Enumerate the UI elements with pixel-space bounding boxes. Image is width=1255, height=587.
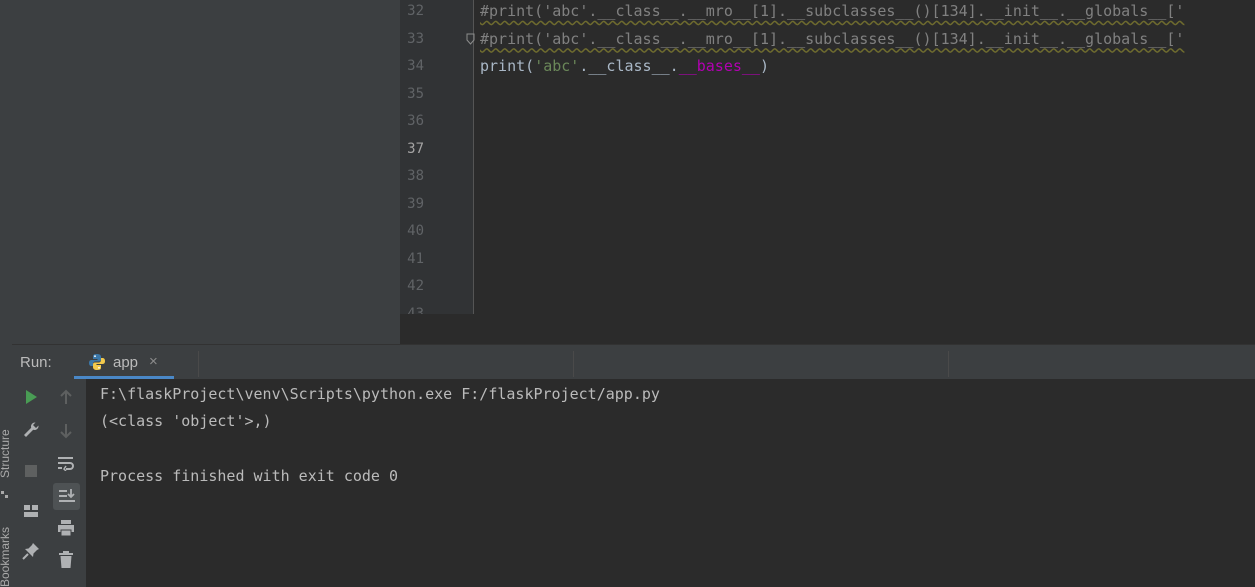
code-text: #print('abc'.__class__.__mro__[1].__subc… xyxy=(480,2,1185,20)
code-text: #print('abc'.__class__.__mro__[1].__subc… xyxy=(480,29,1185,48)
code-editor[interactable]: #print('abc'.__class__.__mro__[1].__subc… xyxy=(474,0,1255,314)
structure-icon xyxy=(1,486,9,498)
line-number: 37 xyxy=(407,140,424,157)
line-number: 41 xyxy=(407,250,424,267)
console-line: F:\flaskProject\venv\Scripts\python.exe … xyxy=(100,385,660,403)
scroll-to-end-icon[interactable] xyxy=(53,483,80,510)
code-line: #print('abc'.__class__.__mro__[1].__subc… xyxy=(480,30,1184,48)
header-divider xyxy=(948,351,949,377)
run-tab-app[interactable]: app × xyxy=(74,345,174,379)
layout-icon[interactable] xyxy=(19,499,43,523)
code-line: #print('abc'.__class__.__mro__[1].__subc… xyxy=(480,2,1184,20)
project-panel xyxy=(12,0,400,344)
structure-label: Structure xyxy=(0,429,12,478)
pin-icon[interactable] xyxy=(19,539,43,563)
code-token: print( xyxy=(480,57,535,75)
line-number: 39 xyxy=(407,195,424,212)
python-icon xyxy=(88,353,106,371)
fold-marker-icon[interactable] xyxy=(466,32,476,45)
code-token: .__class__. xyxy=(579,57,679,75)
editor-bottom-area xyxy=(400,314,1255,344)
code-token: __bases__ xyxy=(678,57,760,75)
line-number: 42 xyxy=(407,278,424,294)
header-divider xyxy=(198,351,199,377)
code-token: 'abc' xyxy=(534,57,580,75)
run-tab-label: app xyxy=(113,354,139,371)
print-icon[interactable] xyxy=(54,516,78,540)
console-line: Process finished with exit code 0 xyxy=(100,466,399,485)
bookmarks-label: Bookmarks xyxy=(0,526,12,587)
structure-tool-tab[interactable]: Structure xyxy=(0,418,12,478)
rerun-icon[interactable] xyxy=(19,385,43,409)
run-panel-header: Run: app × xyxy=(12,344,1255,380)
wrench-icon[interactable] xyxy=(19,418,43,442)
line-number: 34 xyxy=(407,58,424,74)
line-number: 36 xyxy=(407,113,424,129)
line-number: 38 xyxy=(407,168,424,184)
stop-icon[interactable] xyxy=(19,459,43,483)
arrow-up-icon[interactable] xyxy=(54,385,78,409)
console-line: (<class 'object'>,) xyxy=(100,412,272,431)
run-toolbar-secondary xyxy=(48,379,86,587)
line-number: 40 xyxy=(407,223,424,239)
close-icon[interactable]: × xyxy=(149,353,158,370)
header-divider xyxy=(573,351,574,377)
line-number: 33 xyxy=(407,30,424,47)
run-panel-title: Run: xyxy=(20,354,52,371)
line-number-gutter: 323334353637383940414243 xyxy=(400,0,474,322)
arrow-down-icon[interactable] xyxy=(54,419,78,443)
run-toolbar-primary xyxy=(12,379,48,587)
code-line: print('abc'.__class__.__bases__) xyxy=(480,57,769,75)
line-number: 35 xyxy=(407,85,424,102)
soft-wrap-icon[interactable] xyxy=(54,451,78,475)
trash-icon[interactable] xyxy=(54,548,78,572)
code-token: ) xyxy=(759,57,769,75)
bookmarks-tool-tab[interactable]: Bookmarks xyxy=(0,525,12,587)
console-output[interactable]: F:\flaskProject\venv\Scripts\python.exe … xyxy=(86,379,1255,587)
line-number: 32 xyxy=(407,3,424,19)
